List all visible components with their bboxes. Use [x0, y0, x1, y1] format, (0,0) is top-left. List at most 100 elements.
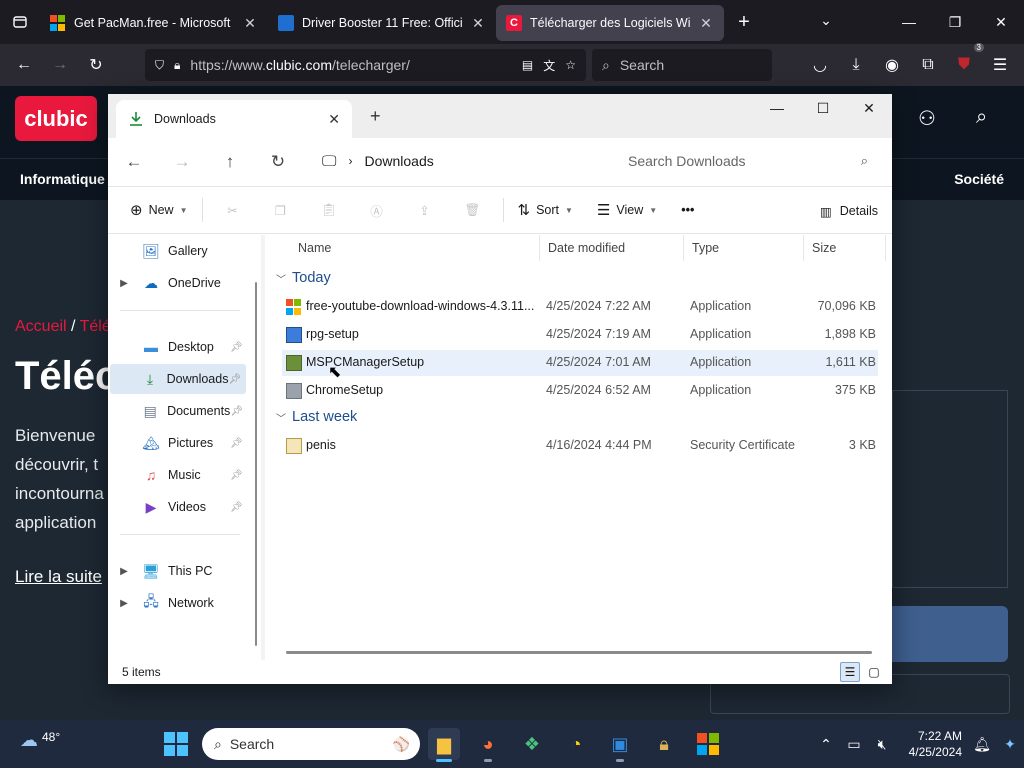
nav-informatique[interactable]: Informatique	[20, 171, 105, 187]
back-icon[interactable]: ←	[110, 144, 158, 180]
delete-button[interactable]: 🗑︎	[449, 194, 497, 226]
chevron-right-icon[interactable]: ▶	[108, 598, 140, 609]
bookmark-star-icon[interactable]: ☆	[565, 58, 576, 72]
sort-button[interactable]: ⇅ Sort ▼	[510, 194, 581, 226]
horizontal-scrollbar[interactable]	[286, 651, 872, 654]
new-tab-button[interactable]: +	[724, 11, 764, 34]
shield-icon[interactable]: ⛉	[155, 58, 164, 73]
pin-icon[interactable]: 📌︎	[230, 342, 248, 353]
restore-icon[interactable]: ❐	[932, 0, 978, 44]
pin-icon[interactable]: 📌︎	[230, 438, 248, 449]
back-icon[interactable]: ←	[6, 47, 42, 83]
breadcrumb-home[interactable]: Accueil	[15, 318, 67, 335]
extensions-icon[interactable]: ⧉	[910, 47, 946, 83]
site-search-icon[interactable]: ⌕	[976, 106, 987, 129]
clock[interactable]: 7:22 AM 4/25/2024	[896, 728, 968, 760]
file-row[interactable]: free-youtube-download-windows-4.3.11... …	[282, 294, 878, 320]
lock-taskbar-icon[interactable]: 🔒︎	[648, 728, 680, 760]
office-taskbar-icon[interactable]	[692, 728, 724, 760]
nav-item-network[interactable]: ▶ 🖧 Network	[108, 588, 248, 618]
browser-tab-pacman[interactable]: Get PacMan.free - Microsoft Store ✕	[40, 5, 268, 41]
chevron-right-icon[interactable]: ▶	[108, 278, 140, 289]
view-button[interactable]: ☰ View ▼	[589, 194, 665, 226]
ublock-icon[interactable]: ⛊ 3	[946, 43, 984, 83]
explorer-tab-downloads[interactable]: Downloads ✕	[116, 100, 352, 138]
display-icon[interactable]: ▭	[840, 736, 868, 753]
file-row[interactable]: penis 4/16/2024 4:44 PM Security Certifi…	[282, 433, 878, 459]
account-icon[interactable]: ◉	[874, 47, 910, 83]
browser-tab-clubic[interactable]: C Télécharger des Logiciels Windows ✕	[496, 5, 724, 41]
sidebar-button[interactable]	[892, 606, 1008, 662]
notification-bell-icon[interactable]: 🔔︎	[968, 736, 996, 753]
rename-button[interactable]: Ⓐ	[353, 194, 401, 226]
menu-icon[interactable]: ☰	[982, 47, 1018, 83]
file-row[interactable]: MSPCManagerSetup 4/25/2024 7:01 AM Appli…	[282, 350, 878, 376]
address-bar[interactable]: 🖵︎ › Downloads	[312, 144, 606, 178]
column-header-size[interactable]: Size	[804, 235, 886, 261]
taskbar-search[interactable]: ⌕ Search ⚾	[202, 728, 420, 760]
translate-icon[interactable]: 文	[543, 57, 555, 74]
weather-widget[interactable]: ☁ 48°	[20, 730, 60, 751]
file-explorer-taskbar-icon[interactable]: ▆	[428, 728, 460, 762]
details-view-icon[interactable]: ☰	[840, 662, 860, 682]
firefox-taskbar-icon[interactable]: ◕	[472, 728, 504, 762]
column-header-date[interactable]: Date modified	[540, 235, 684, 261]
reload-icon[interactable]: ↻	[78, 47, 114, 83]
new-tab-button[interactable]: +	[370, 106, 381, 127]
close-icon[interactable]: ✕	[242, 15, 258, 32]
forward-icon[interactable]: →	[158, 144, 206, 180]
pacman-taskbar-icon[interactable]: ◔	[560, 728, 592, 760]
close-window-icon[interactable]: ✕	[978, 0, 1024, 44]
column-header-type[interactable]: Type	[684, 235, 804, 261]
chevron-right-icon[interactable]: ›	[348, 154, 352, 168]
url-text[interactable]: https://www.clubic.com/telecharger/	[190, 57, 511, 73]
nav-societe[interactable]: Société	[954, 171, 1004, 187]
monitor-icon[interactable]: 🖵︎	[322, 153, 336, 170]
nav-item-documents[interactable]: ▤ Documents 📌︎	[108, 396, 248, 426]
close-icon[interactable]: ✕	[470, 15, 486, 32]
column-header-name[interactable]: Name	[290, 235, 540, 261]
nav-item-this-pc[interactable]: ▶ 🖥︎ This PC	[108, 556, 248, 586]
nav-item-videos[interactable]: ▶ Videos 📌︎	[108, 492, 248, 522]
all-tabs-icon[interactable]	[0, 0, 40, 44]
pin-icon[interactable]: 📌︎	[230, 470, 248, 481]
forward-icon[interactable]: →	[42, 47, 78, 83]
paste-button[interactable]: 📋︎	[305, 194, 353, 226]
pin-icon[interactable]: 📌︎	[228, 374, 246, 385]
details-button[interactable]: ▥ Details	[820, 195, 878, 227]
browser-tab-driver-booster[interactable]: Driver Booster 11 Free: Official Free ✕	[268, 5, 496, 41]
browser-search-box[interactable]: ⌕ Search	[592, 49, 772, 81]
file-row[interactable]: rpg-setup 4/25/2024 7:19 AM Application …	[282, 322, 878, 348]
breadcrumb-current[interactable]: Télé	[80, 318, 111, 335]
minimize-icon[interactable]: —	[886, 0, 932, 44]
more-options-button[interactable]: •••	[673, 194, 702, 226]
reader-view-icon[interactable]: ▤	[522, 58, 533, 72]
lock-icon[interactable]: 🔒︎	[174, 58, 180, 73]
copilot-icon[interactable]: ✦	[996, 736, 1024, 753]
nav-item-downloads[interactable]: ⤓ Downloads 📌︎	[110, 364, 246, 394]
nav-item-pictures[interactable]: 🏔︎ Pictures 📌︎	[108, 428, 248, 458]
chevron-right-icon[interactable]: ▶	[108, 566, 140, 577]
nav-item-music[interactable]: ♫ Music 📌︎	[108, 460, 248, 490]
cut-button[interactable]: ✂	[209, 194, 257, 226]
pin-icon[interactable]: 📌︎	[230, 502, 248, 513]
close-icon[interactable]: ✕	[328, 111, 340, 128]
read-more-link[interactable]: Lire la suite	[15, 567, 102, 587]
nav-item-onedrive[interactable]: ▶ ☁ OneDrive	[108, 268, 248, 298]
group-header-last-week[interactable]: ﹀ Last week	[276, 405, 357, 429]
new-button[interactable]: ⊕ New ▼	[122, 194, 196, 226]
pin-icon[interactable]: 📌︎	[230, 406, 248, 417]
nav-pane-scrollbar[interactable]	[255, 282, 257, 646]
close-icon[interactable]: ✕	[698, 15, 714, 32]
user-icon[interactable]: ⚇	[918, 106, 936, 131]
file-row[interactable]: ChromeSetup 4/25/2024 6:52 AM Applicatio…	[282, 378, 878, 404]
refresh-icon[interactable]: ↻	[254, 144, 302, 180]
download-icon[interactable]: ⤓	[838, 47, 874, 83]
site-logo[interactable]: clubic	[15, 96, 97, 141]
widgets-taskbar-icon[interactable]: ❖	[516, 728, 548, 760]
address-bar[interactable]: ⛉ 🔒︎ https://www.clubic.com/telecharger/…	[145, 49, 586, 81]
nav-item-desktop[interactable]: ▬ Desktop 📌︎	[108, 332, 248, 362]
search-input[interactable]: Search Downloads ⌕	[616, 144, 880, 178]
minimize-icon[interactable]: —	[754, 94, 800, 122]
chevron-up-icon[interactable]: ⌃	[812, 736, 840, 753]
